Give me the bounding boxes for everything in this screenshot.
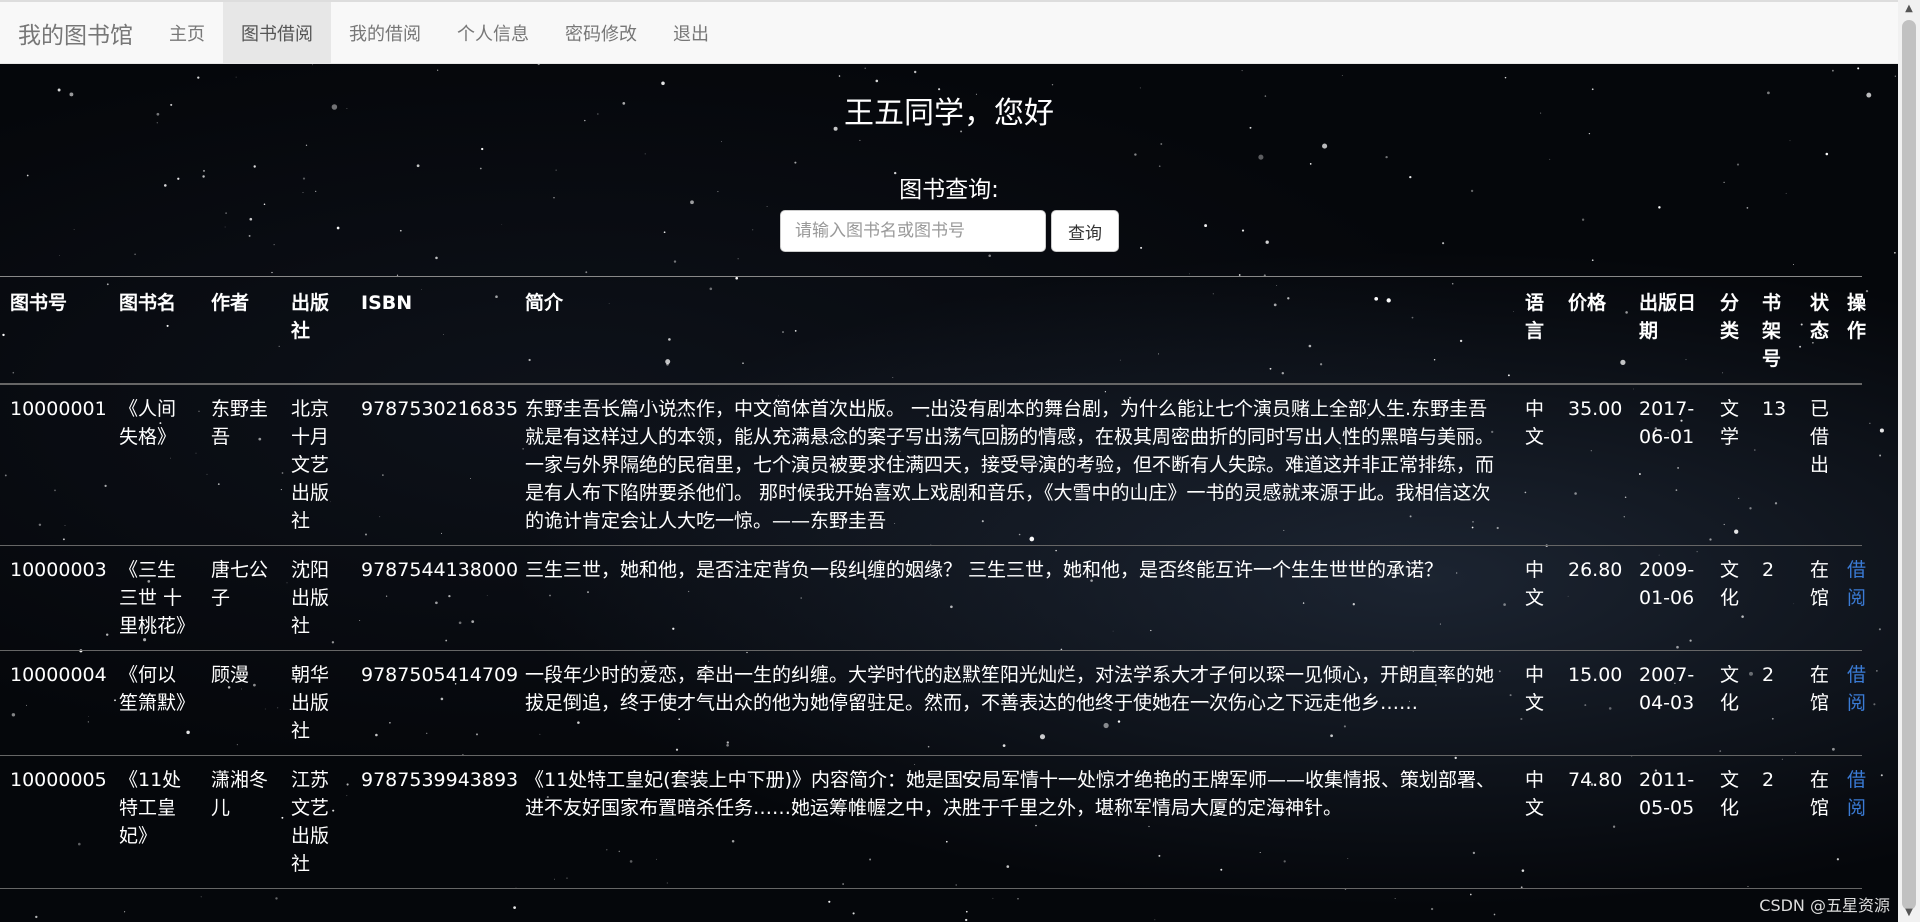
cell-book-name: 《11处特工皇妃》 [119,769,182,847]
header-book-name: 图书名 [119,292,177,314]
cell-publisher: 北京十月文艺出版社 [291,398,330,532]
cell-shelf: 2 [1762,664,1775,686]
header-intro: 简介 [525,292,564,314]
cell-category: 文学 [1720,398,1740,448]
cell-isbn: 9787505414709 [361,664,519,686]
cell-price: 35.00 [1568,398,1623,420]
cell-pub-date: 2009-01-06 [1639,559,1695,609]
cell-shelf: 2 [1762,769,1775,791]
cell-language: 中文 [1525,398,1545,448]
borrow-link[interactable]: 借阅 [1847,769,1866,819]
top-navbar: 我的图书馆 主页 图书借阅 我的借阅 个人信息 密码修改 退出 [0,0,1898,64]
borrow-link[interactable]: 借阅 [1847,664,1866,714]
cell-book-id: 10000004 [10,664,107,686]
cell-intro: 东野圭吾长篇小说杰作，中文简体首次出版。 一出没有剧本的舞台剧，为什么能让七个演… [525,398,1495,532]
cell-publisher: 江苏文艺出版社 [291,769,330,875]
cell-intro: 《11处特工皇妃(套装上中下册)》内容简介：她是国安局军情十一处惊才绝艳的王牌军… [525,769,1496,819]
nav-home[interactable]: 主页 [151,2,223,63]
header-action: 操作 [1847,292,1867,342]
greeting-text: 王五同学，您好 [844,96,1054,131]
cell-publisher: 朝华出版社 [291,664,330,742]
books-table: 图书号 图书名 作者 出版社 ISBN 简介 语言 价格 出版日期 分类 书架号… [0,276,1867,889]
header-isbn: ISBN [361,292,413,314]
cell-intro: 三生三世，她和他，是否注定背负一段纠缠的姻缘？ 三生三世，她和他，是否终能互许一… [525,559,1444,581]
header-book-id: 图书号 [10,292,68,314]
cell-pub-date: 2011-05-05 [1639,769,1695,819]
cell-book-name: 《三生三世 十里桃花》 [119,559,196,637]
cell-category: 文化 [1720,769,1740,819]
cell-pub-date: 2017-06-01 [1639,398,1695,448]
scroll-down-arrow-icon[interactable]: ▼ [1898,904,1920,922]
cell-isbn: 9787530216835 [361,398,519,420]
cell-price: 26.80 [1568,559,1623,581]
cell-status: 在馆 [1810,664,1830,714]
cell-price: 15.00 [1568,664,1623,686]
table-row: 10000005 《11处特工皇妃》 潇湘冬儿 江苏文艺出版社 97875399… [0,756,1866,889]
cell-book-name: 《何以笙箫默》 [119,664,196,714]
header-price: 价格 [1568,292,1607,314]
cell-book-id: 10000001 [10,398,107,420]
cell-book-id: 10000003 [10,559,107,581]
table-row: 10000003 《三生三世 十里桃花》 唐七公子 沈阳出版社 97875441… [0,546,1866,651]
nav-personal-info[interactable]: 个人信息 [439,2,547,63]
header-author: 作者 [211,292,250,314]
scroll-thumb[interactable] [1902,20,1916,910]
table-row: 10000004 《何以笙箫默》 顾漫 朝华出版社 9787505414709 … [0,651,1866,756]
search-label: 图书查询: [899,177,999,203]
cell-shelf: 13 [1762,398,1787,420]
cell-category: 文化 [1720,559,1740,609]
cell-author: 唐七公子 [211,559,269,609]
cell-isbn: 9787539943893 [361,769,519,791]
cell-author: 潇湘冬儿 [211,769,269,819]
cell-status: 在馆 [1810,769,1830,819]
brand-title[interactable]: 我的图书馆 [0,2,151,63]
cell-category: 文化 [1720,664,1740,714]
cell-isbn: 9787544138000 [361,559,519,581]
cell-language: 中文 [1525,559,1545,609]
page-scrollbar[interactable]: ▲ ▼ [1898,0,1920,922]
cell-status: 在馆 [1810,559,1830,609]
cell-status: 已借出 [1810,398,1830,476]
search-button[interactable]: 查询 [1051,210,1119,252]
nav-borrow-books[interactable]: 图书借阅 [223,2,331,63]
cell-author: 顾漫 [211,664,250,686]
table-header-row: 图书号 图书名 作者 出版社 ISBN 简介 语言 价格 出版日期 分类 书架号… [0,276,1867,384]
cell-language: 中文 [1525,664,1545,714]
cell-book-id: 10000005 [10,769,107,791]
header-publisher: 出版社 [291,292,330,342]
scroll-up-arrow-icon[interactable]: ▲ [1898,0,1920,18]
header-pub-date: 出版日期 [1639,292,1697,342]
cell-price: 74.80 [1568,769,1623,791]
csdn-watermark: CSDN @五星资源 [1759,896,1890,915]
header-category: 分类 [1720,292,1740,342]
search-bar: 查询 [780,210,1119,252]
cell-action [1837,384,1862,546]
header-language: 语言 [1525,292,1545,342]
nav-change-password[interactable]: 密码修改 [547,2,655,63]
nav-my-borrows[interactable]: 我的借阅 [331,2,439,63]
cell-shelf: 2 [1762,559,1775,581]
cell-pub-date: 2007-04-03 [1639,664,1695,714]
search-input[interactable] [780,210,1046,252]
cell-language: 中文 [1525,769,1545,819]
header-shelf: 书架号 [1762,292,1782,370]
cell-intro: 一段年少时的爱恋，牵出一生的纠缠。大学时代的赵默笙阳光灿烂，对法学系大才子何以琛… [525,664,1495,714]
header-status: 状态 [1810,292,1830,342]
cell-author: 东野圭吾 [211,398,269,448]
borrow-link[interactable]: 借阅 [1847,559,1866,609]
nav-logout[interactable]: 退出 [655,2,727,63]
cell-book-name: 《人间失格》 [119,398,177,448]
cell-publisher: 沈阳出版社 [291,559,330,637]
table-row: 10000001 《人间失格》 东野圭吾 北京十月文艺出版社 978753021… [0,384,1862,546]
